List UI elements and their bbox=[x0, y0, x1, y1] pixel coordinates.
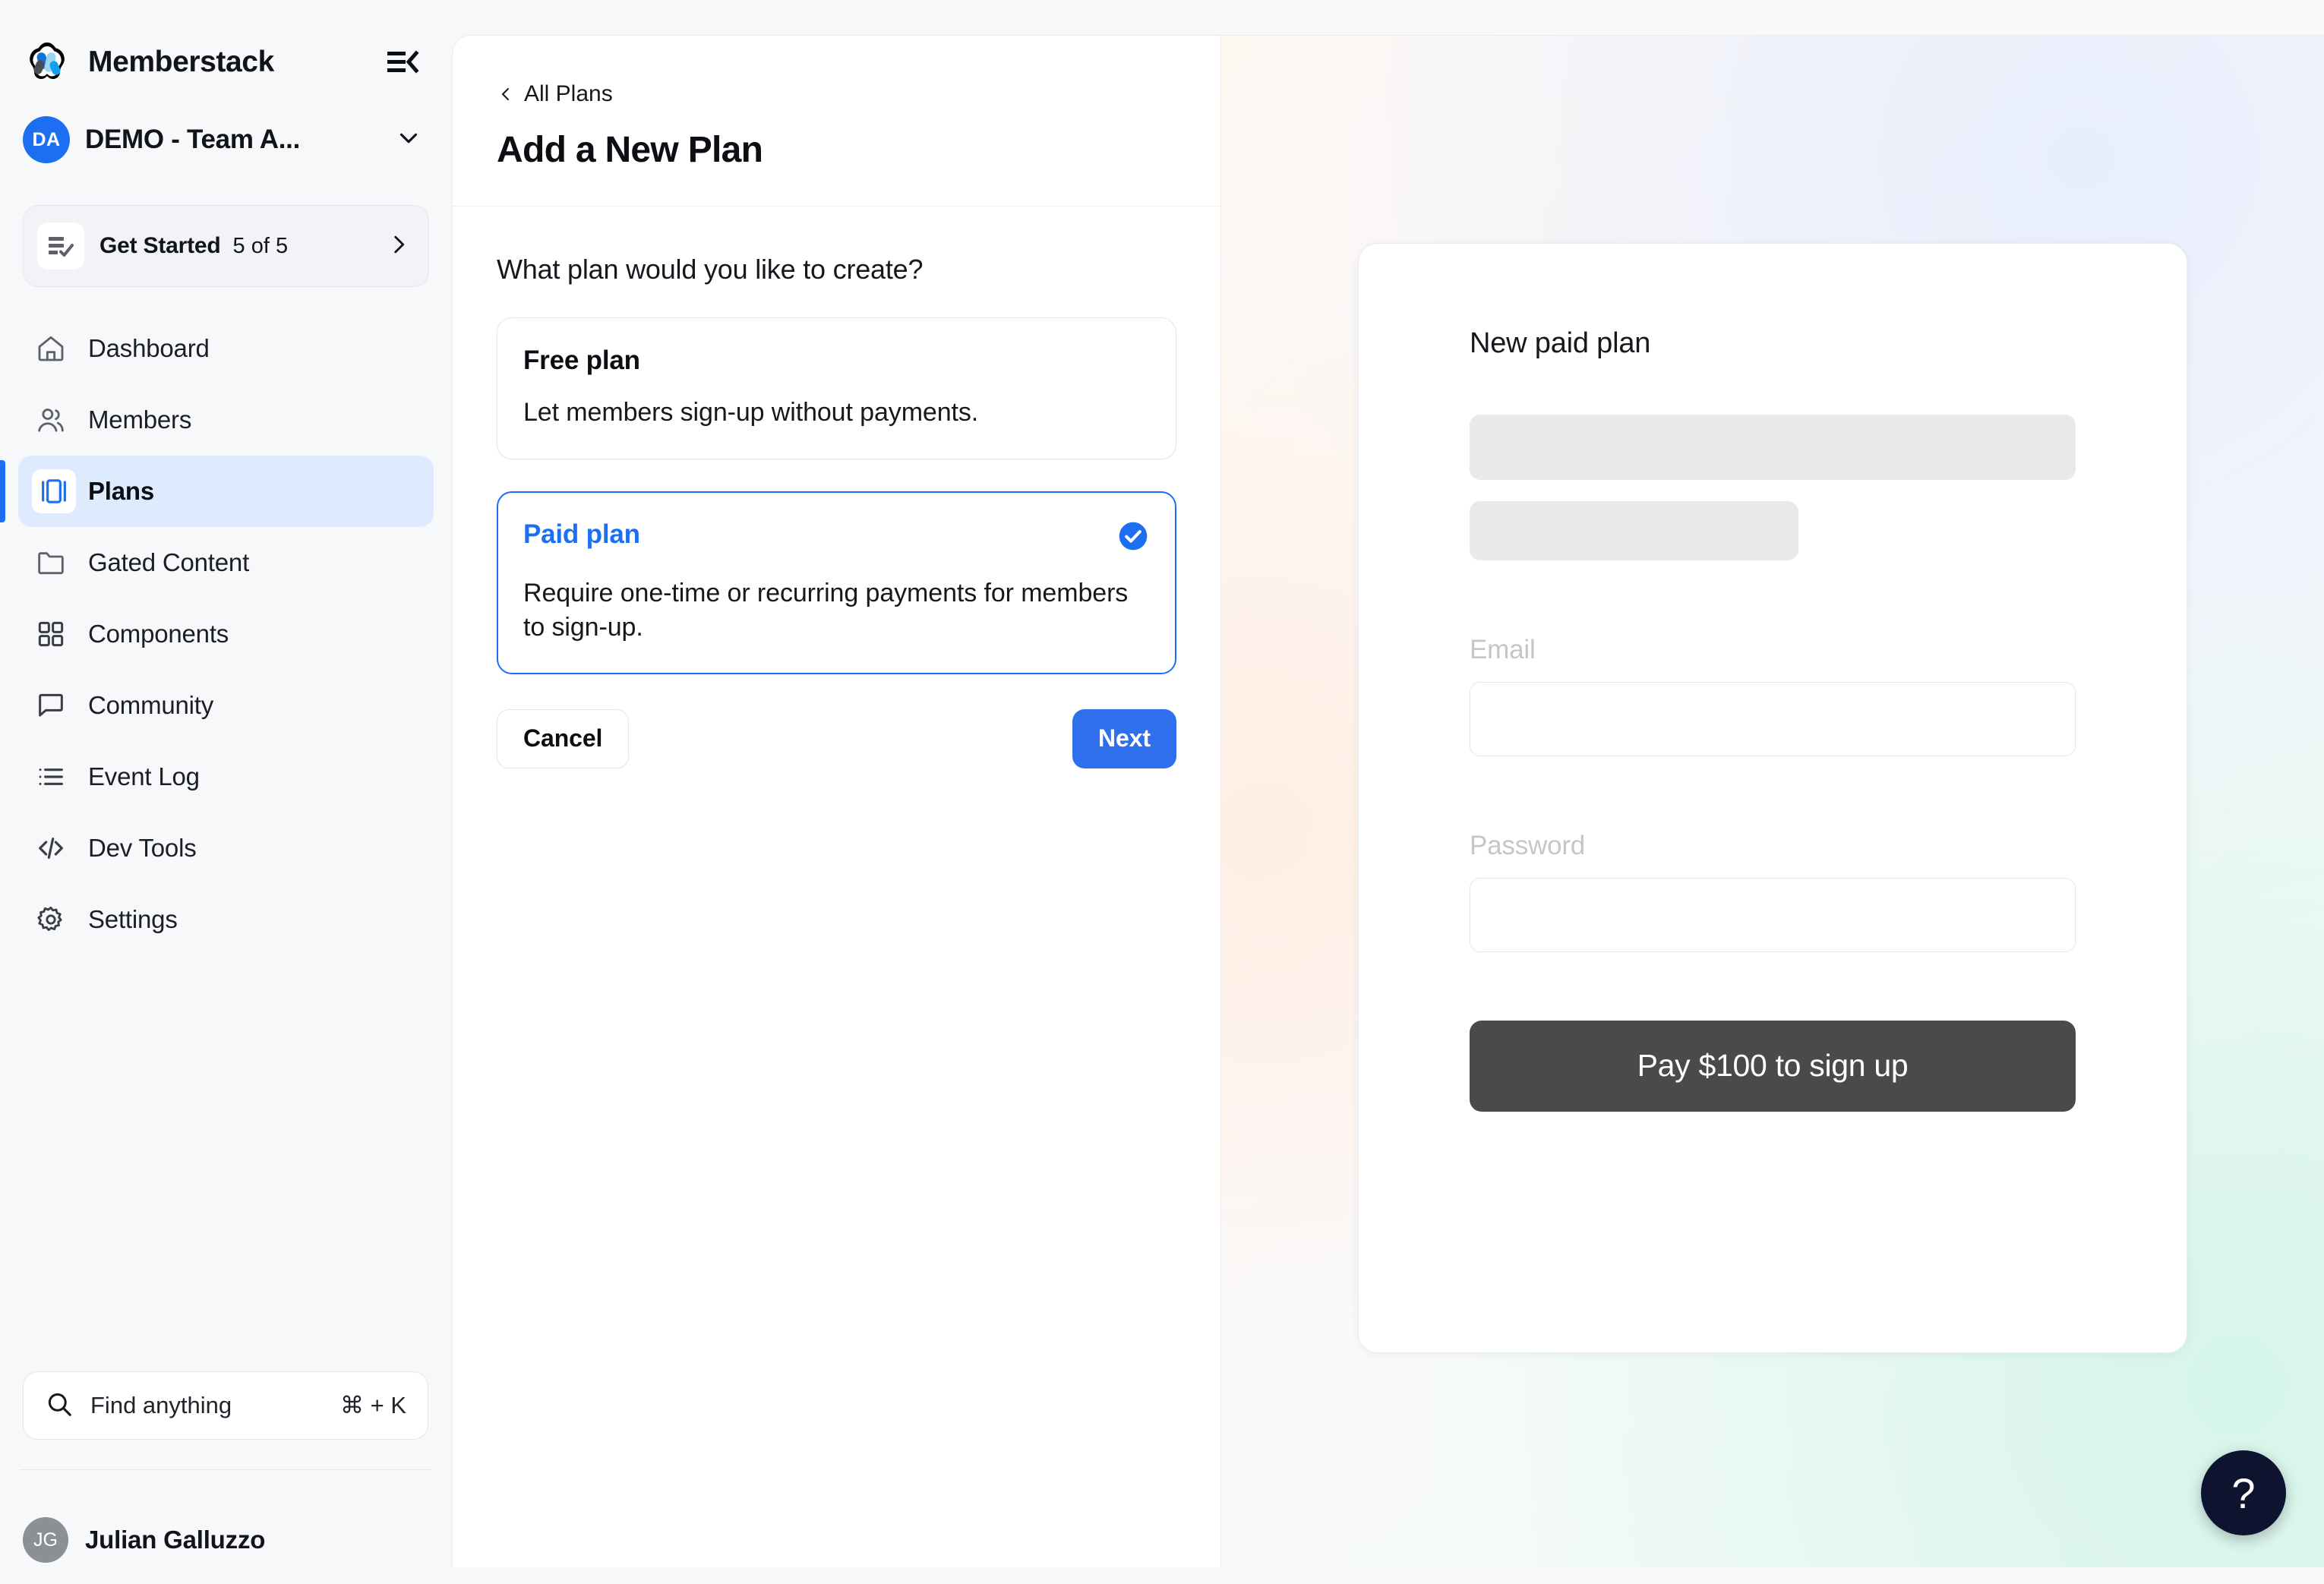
sidebar-item-components[interactable]: Components bbox=[18, 598, 434, 670]
preview-plan-title: New paid plan bbox=[1470, 327, 1651, 359]
form-question: What plan would you like to create? bbox=[497, 254, 924, 285]
next-button[interactable]: Next bbox=[1072, 708, 1176, 768]
users-icon bbox=[32, 401, 70, 439]
form-actions: Cancel Next bbox=[497, 708, 1176, 768]
get-started-title: Get Started bbox=[99, 233, 221, 258]
form-body: What plan would you like to create? Free… bbox=[453, 207, 1220, 768]
get-started-body: Get Started 5 of 5 bbox=[99, 233, 375, 259]
page-title: Add a New Plan bbox=[497, 130, 763, 170]
preview-email-input[interactable] bbox=[1470, 681, 2076, 756]
sidebar-item-label: Components bbox=[88, 620, 229, 648]
team-name: DEMO - Team A... bbox=[85, 125, 301, 154]
team-switcher[interactable]: DA DEMO - Team A... bbox=[0, 103, 452, 176]
plan-option-title: Paid plan bbox=[523, 519, 640, 549]
user-name: Julian Galluzzo bbox=[85, 1526, 266, 1554]
folder-icon bbox=[32, 544, 70, 582]
get-started-card[interactable]: Get Started 5 of 5 bbox=[23, 205, 429, 287]
brand-name: Memberstack bbox=[88, 46, 274, 78]
sidebar-item-community[interactable]: Community bbox=[18, 670, 434, 741]
sidebar-item-label: Gated Content bbox=[88, 548, 250, 576]
plan-option-header: Free plan bbox=[523, 346, 1150, 376]
sidebar-item-plans[interactable]: Plans bbox=[0, 456, 434, 527]
search-icon bbox=[45, 1390, 74, 1422]
check-circle-icon bbox=[1116, 519, 1150, 557]
sidebar-divider bbox=[20, 1469, 432, 1470]
search-shortcut: ⌘ + K bbox=[339, 1392, 406, 1418]
plan-option-free[interactable]: Free plan Let members sign-up without pa… bbox=[497, 317, 1176, 459]
sidebar-item-members[interactable]: Members bbox=[18, 384, 434, 456]
breadcrumb[interactable]: All Plans bbox=[497, 81, 613, 107]
main-panel: All Plans Add a New Plan What plan would… bbox=[452, 35, 2324, 1567]
question-mark-icon: ? bbox=[2231, 1469, 2256, 1517]
chevron-right-icon bbox=[375, 232, 412, 261]
search-placeholder: Find anything bbox=[90, 1392, 232, 1418]
preview-pay-button[interactable]: Pay $100 to sign up bbox=[1470, 1020, 2076, 1112]
sidebar-item-label: Members bbox=[88, 405, 192, 434]
plan-option-title: Free plan bbox=[523, 346, 640, 375]
sidebar-item-label: Dashboard bbox=[88, 334, 210, 362]
get-started-count: 5 of 5 bbox=[232, 234, 289, 258]
preview-skeleton-bar-large bbox=[1470, 414, 2076, 480]
sidebar-item-label: Community bbox=[88, 691, 214, 719]
chevron-down-icon bbox=[394, 124, 423, 156]
user-profile[interactable]: JG Julian Galluzzo bbox=[23, 1517, 265, 1563]
list-icon bbox=[32, 758, 70, 796]
plan-option-description: Let members sign-up without payments. bbox=[523, 398, 979, 427]
avatar: JG bbox=[23, 1517, 68, 1563]
sidebar-nav: Dashboard Members Plans Gated Content Co… bbox=[0, 313, 452, 955]
home-icon bbox=[32, 330, 70, 368]
form-header: All Plans Add a New Plan bbox=[453, 36, 1220, 207]
preview-password-label: Password bbox=[1470, 830, 1586, 860]
plan-option-header: Paid plan bbox=[523, 519, 1150, 557]
code-icon bbox=[32, 829, 70, 867]
sidebar-item-dashboard[interactable]: Dashboard bbox=[18, 313, 434, 384]
checklist-icon bbox=[37, 222, 84, 270]
gear-icon bbox=[32, 901, 70, 939]
preview-password-input[interactable] bbox=[1470, 877, 2076, 952]
sidebar-item-label: Dev Tools bbox=[88, 834, 197, 862]
sidebar-item-label: Plans bbox=[88, 477, 155, 505]
plan-form-column: All Plans Add a New Plan What plan would… bbox=[453, 36, 1221, 1567]
breadcrumb-label: All Plans bbox=[524, 81, 613, 106]
preview-email-label: Email bbox=[1470, 634, 1536, 664]
search-input[interactable]: Find anything ⌘ + K bbox=[23, 1371, 428, 1440]
plan-option-description: Require one-time or recurring payments f… bbox=[523, 578, 1129, 642]
chat-bubble-icon bbox=[32, 686, 70, 724]
sidebar-item-settings[interactable]: Settings bbox=[18, 884, 434, 955]
brand-row: Memberstack bbox=[0, 0, 452, 90]
sidebar-item-label: Settings bbox=[88, 905, 178, 933]
app-root: Memberstack DA DEMO - Team A... Get Star… bbox=[0, 0, 2324, 1584]
sidebar-item-gated-content[interactable]: Gated Content bbox=[18, 527, 434, 598]
plan-option-paid[interactable]: Paid plan Require one-time or recurring … bbox=[497, 491, 1176, 674]
sidebar-item-label: Event Log bbox=[88, 762, 200, 790]
preview-skeleton-bar-small bbox=[1470, 500, 1798, 560]
memberstack-logo-icon bbox=[23, 38, 71, 87]
sidebar-item-dev-tools[interactable]: Dev Tools bbox=[18, 813, 434, 884]
chevron-left-icon bbox=[497, 83, 515, 106]
sidebar-item-event-log[interactable]: Event Log bbox=[18, 741, 434, 813]
collapse-sidebar-icon[interactable] bbox=[382, 42, 423, 83]
signup-preview-column: New paid plan Email Password Pay $100 to… bbox=[1221, 36, 2324, 1567]
signup-preview-card: New paid plan Email Password Pay $100 to… bbox=[1358, 242, 2187, 1353]
sidebar: Memberstack DA DEMO - Team A... Get Star… bbox=[0, 0, 452, 1584]
grid-icon bbox=[32, 615, 70, 653]
help-button[interactable]: ? bbox=[2201, 1450, 2286, 1535]
team-avatar: DA bbox=[23, 116, 70, 163]
plans-icon bbox=[32, 469, 76, 513]
cancel-button[interactable]: Cancel bbox=[497, 708, 630, 768]
